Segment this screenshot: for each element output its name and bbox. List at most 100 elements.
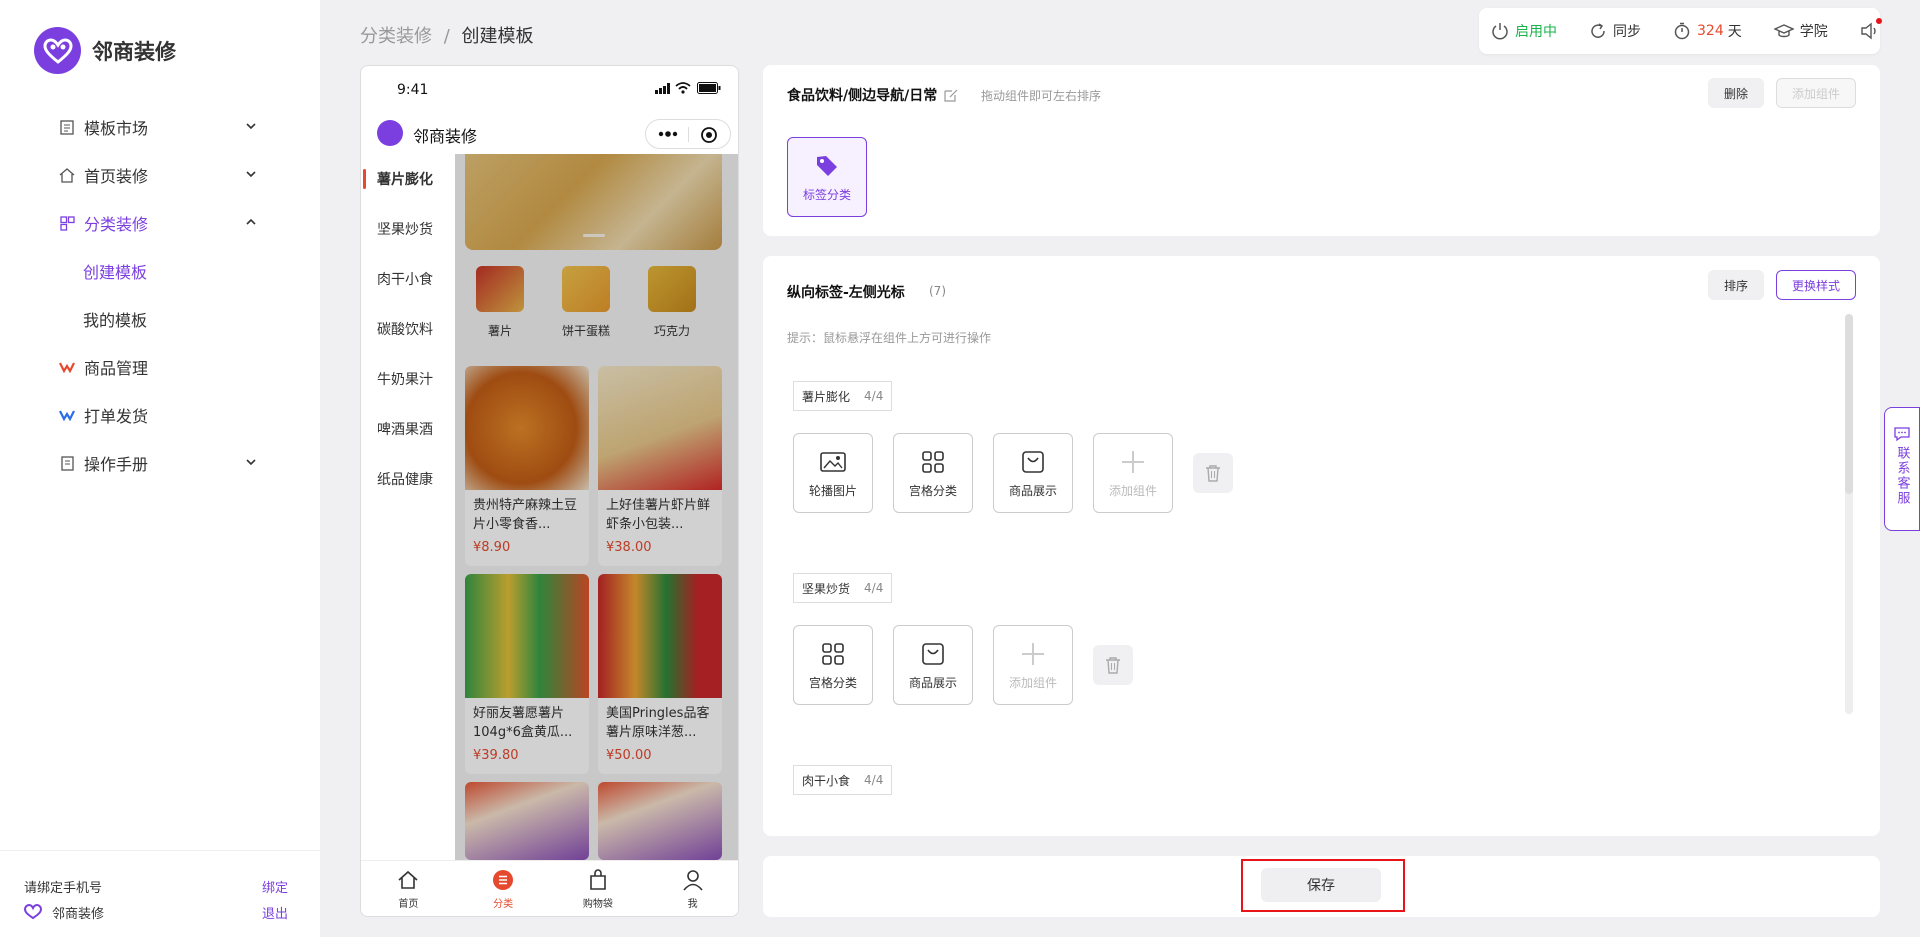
carousel-component[interactable]: 轮播图片 <box>793 433 873 513</box>
grid-component[interactable]: 宫格分类 <box>793 625 873 705</box>
account-panel: 请绑定手机号 绑定 邻商装修 退出 <box>0 850 320 937</box>
section-name: 肉干小食 <box>802 773 851 788</box>
tab-category[interactable]: 分类 <box>456 861 551 916</box>
notification-button[interactable] <box>1860 18 1886 40</box>
speaker-icon <box>1861 22 1876 40</box>
status-toggle[interactable]: 启用中 <box>1491 21 1557 41</box>
delete-section-button[interactable] <box>1193 453 1233 493</box>
section-tag: 薯片膨化 4/4 <box>793 381 893 411</box>
add-component-slot[interactable]: 添加组件 <box>1093 433 1173 513</box>
scrollbar-thumb[interactable] <box>1845 314 1853 494</box>
sidebar-subitem-my-templates[interactable]: 我的模板 <box>0 295 320 343</box>
chevron-up-icon <box>246 218 256 225</box>
bind-link[interactable]: 绑定 <box>262 877 288 896</box>
sidebar-item-shipping[interactable]: 打单发货 <box>0 391 320 439</box>
bag-icon <box>1021 448 1045 476</box>
product-display-component[interactable]: 商品展示 <box>893 625 973 705</box>
tag-category-component[interactable]: 标签分类 <box>787 137 867 217</box>
grid-component[interactable]: 宫格分类 <box>893 433 973 513</box>
component-label: 宫格分类 <box>808 675 857 690</box>
hover-hint: 提示：鼠标悬浮在组件上方可进行操作 <box>787 331 992 345</box>
sidebar-item-category-decor[interactable]: 分类装修 <box>0 199 320 247</box>
category-item[interactable]: 薯片膨化 <box>361 154 455 204</box>
logout-link[interactable]: 退出 <box>262 903 288 922</box>
sidebar-item-label: 操作手册 <box>84 455 149 474</box>
component-label: 商品展示 <box>908 675 957 690</box>
sidebar-item-home-decor[interactable]: 首页装修 <box>0 151 320 199</box>
panel-scrollbar[interactable] <box>1845 314 1853 714</box>
product-display-component[interactable]: 商品展示 <box>993 433 1073 513</box>
template-market-icon <box>58 118 76 136</box>
sidebar-item-goods[interactable]: 商品管理 <box>0 343 320 391</box>
style-title: 纵向标签-左侧光标 <box>787 285 905 301</box>
template-component-panel: 食品饮料/侧边导航/日常 拖动组件即可左右排序 删除 添加组件 标签分类 <box>763 65 1880 236</box>
category-item[interactable]: 牛奶果汁 <box>361 354 455 404</box>
category-item[interactable]: 碳酸饮料 <box>361 304 455 354</box>
trash-icon <box>1106 657 1120 674</box>
account-logo-icon <box>24 904 42 920</box>
delete-section-button[interactable] <box>1093 645 1133 685</box>
section-count: 4/4 <box>864 773 884 787</box>
chevron-down-icon <box>246 459 256 466</box>
miniapp-title: 邻商装修 <box>413 127 478 146</box>
add-component-slot[interactable]: 添加组件 <box>993 625 1073 705</box>
grid-icon <box>921 448 945 476</box>
customer-service-tab[interactable]: 联系客服 <box>1884 407 1920 531</box>
brand-logo[interactable]: 邻商装修 <box>34 27 176 74</box>
wifi-icon <box>675 82 691 94</box>
phone-status-bar: 9:41 <box>361 66 738 110</box>
sidebar-nav: 模板市场 首页装修 分类装修 创建模板 我的模板 商品管理 打单发货 操作手册 <box>0 103 320 487</box>
delete-button[interactable]: 删除 <box>1708 78 1764 108</box>
grid-icon <box>821 640 845 668</box>
manual-icon <box>58 454 76 472</box>
tab-cart[interactable]: 购物袋 <box>551 861 646 916</box>
tab-label: 购物袋 <box>582 899 613 910</box>
category-item[interactable]: 肉干小食 <box>361 254 455 304</box>
tag-icon <box>814 152 840 180</box>
account-name: 邻商装修 <box>52 906 105 922</box>
section-count: 4/4 <box>864 389 884 403</box>
phone-time: 9:41 <box>397 82 429 98</box>
miniapp-logo-icon <box>377 120 403 146</box>
preview-overlay <box>455 154 738 860</box>
sidebar-subitem-create-template[interactable]: 创建模板 <box>0 247 320 295</box>
category-item[interactable]: 啤酒果酒 <box>361 404 455 454</box>
add-component-button[interactable]: 添加组件 <box>1776 78 1856 108</box>
sort-button[interactable]: 排序 <box>1708 270 1764 300</box>
days-value: 324 <box>1697 23 1724 39</box>
component-label: 轮播图片 <box>808 483 857 498</box>
save-highlight-box <box>1241 859 1405 912</box>
sidebar: 邻商装修 模板市场 首页装修 分类装修 创建模板 我的模板 商品管理 打单发货 <box>0 0 320 937</box>
sidebar-item-manual[interactable]: 操作手册 <box>0 439 320 487</box>
plus-icon <box>1020 640 1046 668</box>
section-count: 4/4 <box>864 581 884 595</box>
sidebar-item-label: 分类装修 <box>84 215 149 234</box>
tab-label: 我 <box>687 899 698 910</box>
edit-icon[interactable] <box>943 87 959 103</box>
section-tag: 肉干小食 4/4 <box>793 765 893 795</box>
logo-icon <box>34 27 81 74</box>
days-remaining[interactable]: 324 天 <box>1673 21 1742 41</box>
sidebar-item-label: 商品管理 <box>84 359 149 378</box>
home-icon <box>58 166 76 184</box>
tab-me[interactable]: 我 <box>645 861 738 916</box>
tab-home[interactable]: 首页 <box>361 861 456 916</box>
miniapp-capsule[interactable] <box>645 119 731 149</box>
template-title: 食品饮料/侧边导航/日常 <box>787 85 959 105</box>
sync-label: 同步 <box>1613 24 1641 40</box>
sidebar-item-label: 打单发货 <box>84 407 149 426</box>
sync-button[interactable]: 同步 <box>1589 21 1641 41</box>
sidebar-item-template-market[interactable]: 模板市场 <box>0 103 320 151</box>
section-tag: 坚果炒货 4/4 <box>793 573 893 603</box>
category-item[interactable]: 纸品健康 <box>361 454 455 504</box>
category-item[interactable]: 坚果炒货 <box>361 204 455 254</box>
shipping-icon <box>58 406 76 424</box>
miniapp-header: 邻商装修 <box>361 110 738 154</box>
breadcrumb: 分类装修 / 创建模板 <box>360 22 534 48</box>
breadcrumb-parent[interactable]: 分类装修 <box>360 26 432 47</box>
academy-button[interactable]: 学院 <box>1773 21 1828 41</box>
notification-dot <box>1875 18 1882 24</box>
change-style-button[interactable]: 更换样式 <box>1776 270 1856 300</box>
section-name: 薯片膨化 <box>802 389 851 404</box>
bag-icon <box>921 640 945 668</box>
